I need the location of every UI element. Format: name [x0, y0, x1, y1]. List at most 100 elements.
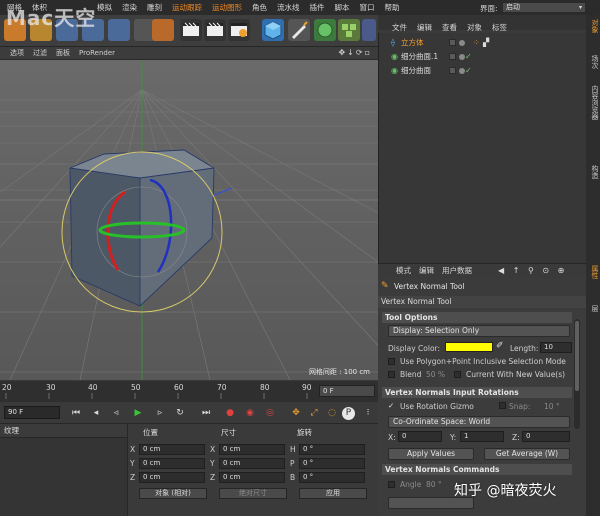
tool-options-header[interactable]: Tool Options — [382, 312, 572, 323]
am-menu-edit[interactable]: 编辑 — [419, 265, 442, 276]
coordinate-space-button[interactable]: Co-Ordinate Space: World — [388, 416, 570, 428]
am-nav-icons[interactable]: ◀ ↑ ⚲ ⊙ ⊕ — [498, 266, 567, 275]
loop-icon[interactable]: ↻ — [172, 405, 188, 421]
subdivision-surface-icon[interactable] — [314, 19, 336, 41]
pen-spline-icon[interactable] — [288, 19, 310, 41]
position-key-icon[interactable]: ✥ — [288, 405, 304, 421]
go-to-end-icon[interactable]: ⏭ — [198, 405, 214, 421]
viewport[interactable]: 网格间距 : 100 cm — [0, 60, 378, 380]
side-tab-content-browser[interactable]: 内容浏览器 — [586, 85, 600, 120]
size-mode-select[interactable]: 绝对尺寸 — [219, 488, 287, 499]
menu-script[interactable]: 脚本 — [330, 2, 355, 13]
menu-motion-tracking[interactable]: 运动跟踪 — [167, 2, 207, 13]
scale-key-icon[interactable]: ⤢ — [306, 405, 322, 421]
attribute-scrollbar[interactable] — [574, 319, 580, 429]
apply-button[interactable]: 应用 — [299, 488, 367, 499]
render-picture-viewer-icon[interactable] — [204, 19, 226, 41]
rotation-key-icon[interactable]: ◌ — [324, 405, 340, 421]
apply-values-button[interactable]: Apply Values — [388, 448, 474, 460]
om-menu-file[interactable]: 文件 — [392, 22, 417, 33]
material-panel-header[interactable]: 纹理 — [0, 424, 127, 438]
om-menu-objects[interactable]: 对象 — [467, 22, 492, 33]
keyframe-selection-icon[interactable]: ◎ — [262, 405, 278, 421]
menu-sculpt[interactable]: 雕刻 — [142, 2, 167, 13]
eyedropper-icon[interactable]: ✐ — [496, 341, 504, 351]
object-row-subdivision[interactable]: ◉ 细分曲面 ✓ — [379, 65, 587, 77]
menu-mograph[interactable]: 运动图形 — [207, 2, 247, 13]
y-field[interactable]: 1 — [460, 431, 504, 442]
pos-z-field[interactable]: 0 cm — [139, 472, 205, 483]
use-rotation-gizmo-check-icon[interactable]: ✓ — [388, 401, 394, 410]
display-mode-button[interactable]: Display: Selection Only — [388, 325, 570, 337]
interface-select[interactable]: 启动 ▾ — [502, 2, 586, 13]
size-y-field[interactable]: 0 cm — [219, 458, 285, 469]
parameter-key-icon[interactable]: P — [342, 407, 355, 420]
snap-value[interactable]: 10 ° — [544, 402, 560, 411]
visibility-toggle[interactable] — [449, 53, 456, 60]
rot-b-field[interactable]: 0 ° — [299, 472, 365, 483]
rotations-header[interactable]: Vertex Normals Input Rotations — [382, 387, 572, 398]
menu-character[interactable]: 角色 — [247, 2, 272, 13]
length-field[interactable]: 10 — [540, 342, 572, 353]
viewport-navigation-icons[interactable]: ✥↓⟳▫ — [338, 48, 372, 57]
object-row-subdivision-1[interactable]: ◉ 细分曲面.1 ✓ — [379, 51, 587, 63]
menu-window[interactable]: 窗口 — [355, 2, 380, 13]
blend-checkbox[interactable] — [388, 371, 395, 378]
play-icon[interactable]: ▶ — [130, 405, 146, 421]
display-color-swatch[interactable] — [445, 342, 493, 352]
enabled-check-icon[interactable]: ✓ — [465, 51, 472, 63]
next-frame-icon[interactable]: ▹ — [152, 405, 168, 421]
menu-render[interactable]: 渲染 — [117, 2, 142, 13]
viewport-menu-options[interactable]: 选项 — [10, 48, 33, 58]
om-menu-tags[interactable]: 标签 — [492, 22, 517, 33]
render-dot[interactable] — [459, 40, 465, 46]
side-tab-takes[interactable]: 场次 — [586, 55, 600, 69]
coordinate-mode-select[interactable]: 对象 (相对) — [139, 488, 207, 499]
deformer-icon[interactable] — [362, 19, 376, 41]
am-menu-user-data[interactable]: 用户数据 — [442, 265, 480, 276]
object-row-cube[interactable]: ⟠ 立方体 ⁘ ▞ — [379, 37, 587, 49]
render-view-icon[interactable] — [180, 19, 202, 41]
commands-header[interactable]: Vertex Normals Commands — [382, 464, 572, 475]
side-tab-layers[interactable]: 层 — [586, 305, 600, 312]
cube-icon[interactable] — [262, 19, 284, 41]
side-tab-attributes[interactable]: 属性 — [586, 265, 600, 279]
get-average-button[interactable]: Get Average (W) — [484, 448, 570, 460]
z-field[interactable]: 0 — [522, 431, 570, 442]
record-icon[interactable]: ● — [222, 405, 238, 421]
viewport-menu-filter[interactable]: 过滤 — [33, 48, 56, 58]
point-level-icon[interactable]: ⁝ — [360, 405, 376, 421]
previous-frame-icon[interactable]: ◃ — [108, 405, 124, 421]
current-values-checkbox[interactable] — [454, 371, 461, 378]
pos-y-field[interactable]: 0 cm — [139, 458, 205, 469]
enabled-check-icon[interactable]: ✓ — [465, 65, 472, 77]
blend-value[interactable]: 50 % — [426, 370, 445, 379]
scrollbar-thumb[interactable] — [575, 321, 579, 391]
side-tab-objects[interactable]: 对象 — [586, 19, 600, 33]
om-menu-edit[interactable]: 编辑 — [417, 22, 442, 33]
x-field[interactable]: 0 — [398, 431, 442, 442]
use-polygon-checkbox[interactable] — [388, 358, 395, 365]
angle-checkbox[interactable] — [388, 481, 395, 488]
size-z-field[interactable]: 0 cm — [219, 472, 285, 483]
viewport-menu-prorender[interactable]: ProRender — [79, 49, 124, 57]
rot-h-field[interactable]: 0 ° — [299, 444, 365, 455]
rotate-icon[interactable] — [108, 19, 130, 41]
menu-help[interactable]: 帮助 — [380, 2, 405, 13]
angle-value[interactable]: 80 ° — [426, 480, 442, 489]
array-icon[interactable] — [338, 19, 360, 41]
pos-x-field[interactable]: 0 cm — [139, 444, 205, 455]
timeline-frame-field[interactable]: 0 F — [319, 385, 375, 397]
viewport-menu-panel[interactable]: 面板 — [56, 48, 79, 58]
checker-tag-icon[interactable]: ▞ — [483, 37, 489, 49]
timeline-ruler[interactable]: 20 30 40 50 60 70 80 90 0 F — [0, 381, 378, 402]
visibility-toggle[interactable] — [449, 67, 456, 74]
size-x-field[interactable]: 0 cm — [219, 444, 285, 455]
visibility-toggle[interactable] — [449, 39, 456, 46]
menu-plugins[interactable]: 插件 — [305, 2, 330, 13]
om-menu-view[interactable]: 查看 — [442, 22, 467, 33]
previous-key-icon[interactable]: ◂ — [88, 405, 104, 421]
go-to-start-icon[interactable]: ⏮ — [68, 405, 84, 421]
render-settings-icon[interactable] — [228, 19, 250, 41]
rot-p-field[interactable]: 0 ° — [299, 458, 365, 469]
